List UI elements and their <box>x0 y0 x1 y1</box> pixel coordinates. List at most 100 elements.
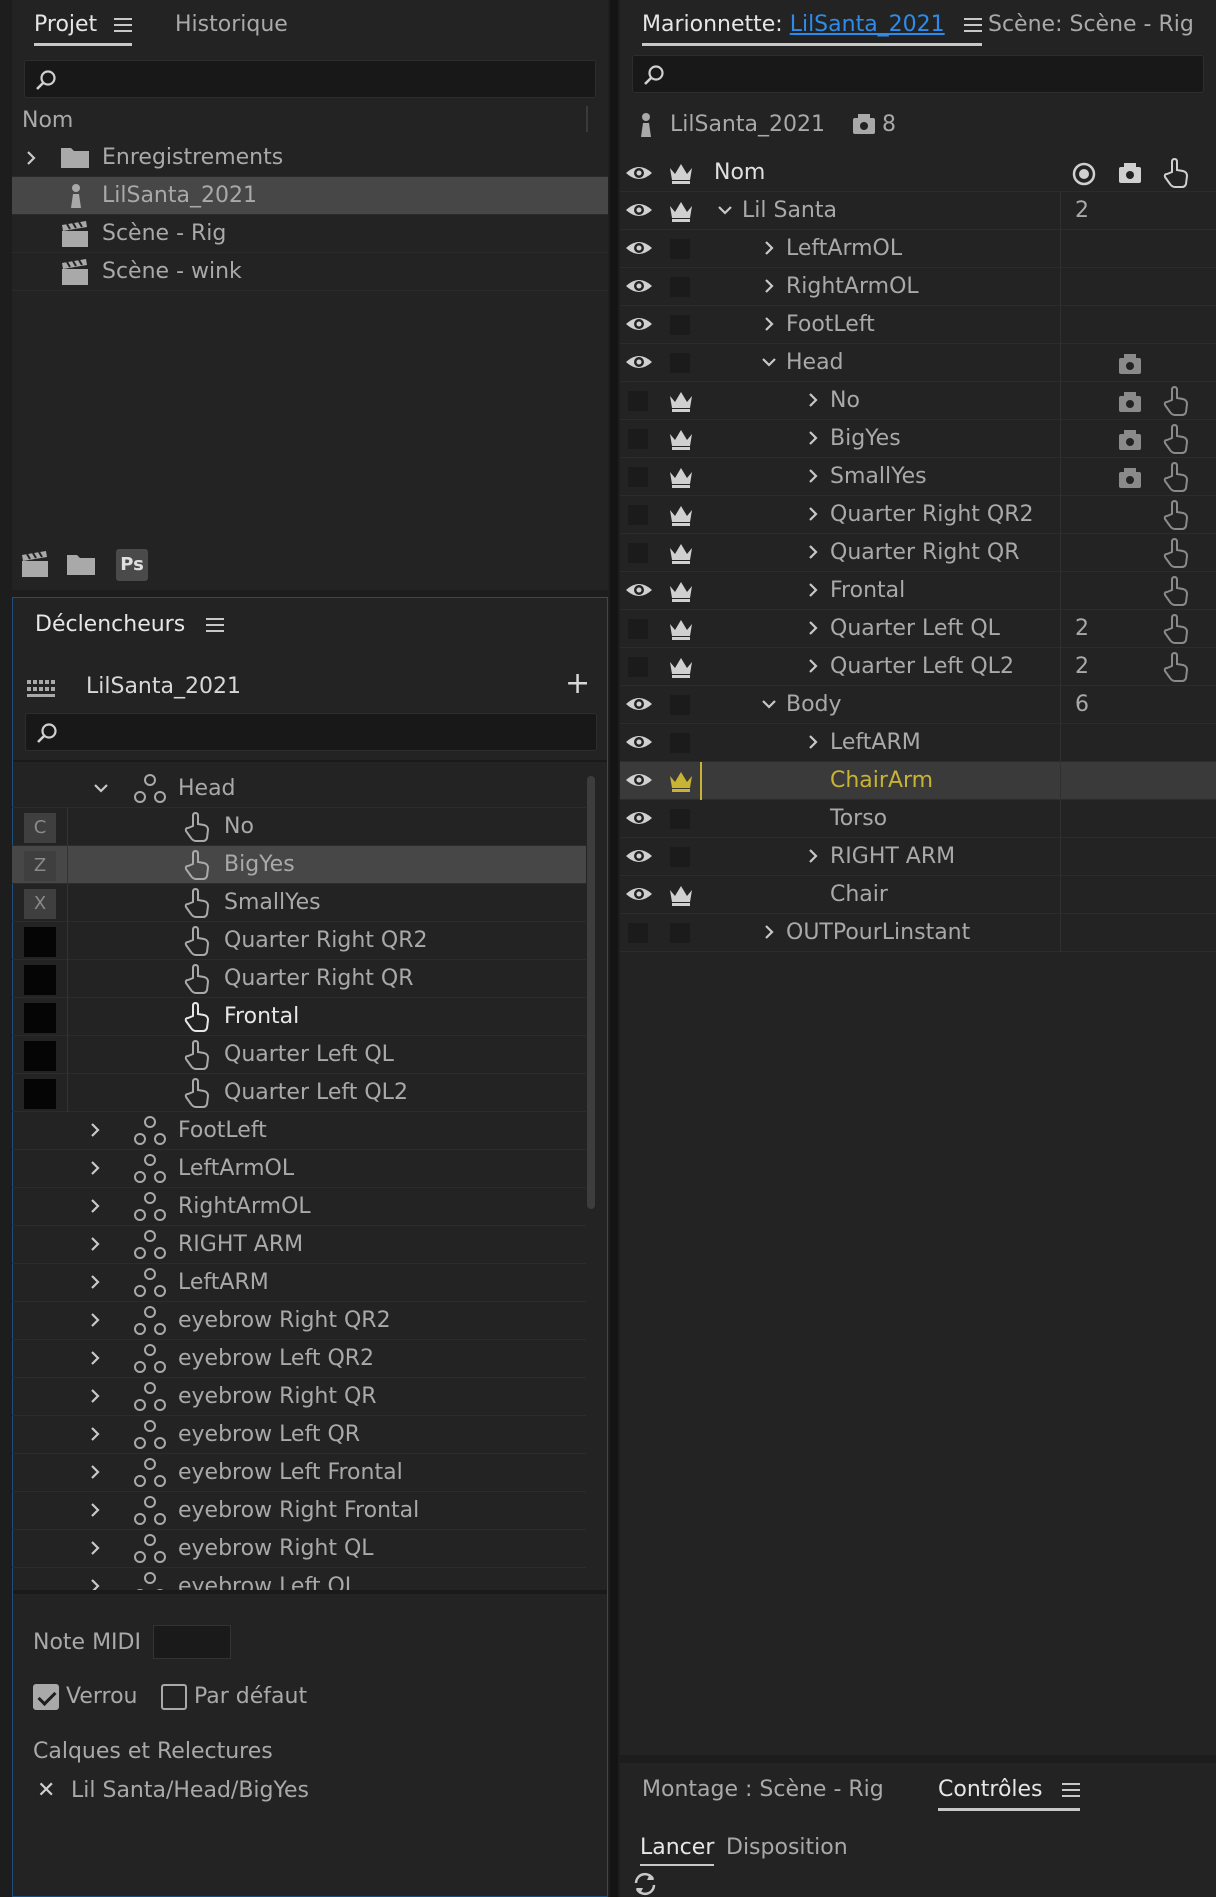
visibility-toggle[interactable] <box>628 505 648 525</box>
rig-row[interactable]: FootLeft <box>620 306 1216 344</box>
chevron-right-icon[interactable] <box>86 1349 104 1367</box>
trigger-key[interactable] <box>24 1003 56 1033</box>
trigger-group-row[interactable]: eyebrow Right QL <box>12 1530 586 1568</box>
column-header-nom[interactable]: Nom <box>22 108 73 133</box>
chevron-down-icon[interactable] <box>760 353 778 371</box>
project-item[interactable]: Enregistrements <box>12 139 608 177</box>
visibility-eye-icon[interactable] <box>625 275 653 297</box>
rig-row[interactable]: LeftARM <box>620 724 1216 762</box>
chevron-right-icon[interactable] <box>804 581 822 599</box>
chevron-right-icon[interactable] <box>86 1577 104 1590</box>
visibility-toggle[interactable] <box>628 543 648 563</box>
rig-row[interactable]: RIGHT ARM <box>620 838 1216 876</box>
rig-row[interactable]: Quarter Left QL 2 <box>620 610 1216 648</box>
crown-icon[interactable] <box>668 390 694 412</box>
rig-row[interactable]: No <box>620 382 1216 420</box>
chevron-right-icon[interactable] <box>760 923 778 941</box>
midi-note-field[interactable] <box>153 1625 231 1659</box>
trigger-row[interactable]: Quarter Left QL2 <box>12 1074 586 1112</box>
puppet-search-input[interactable] <box>632 55 1204 93</box>
crown-icon[interactable] <box>668 580 694 602</box>
rig-row[interactable]: LeftArmOL <box>620 230 1216 268</box>
chevron-right-icon[interactable] <box>760 277 778 295</box>
crown-toggle[interactable] <box>670 733 690 753</box>
chevron-right-icon[interactable] <box>22 149 40 167</box>
rig-row[interactable]: Quarter Right QR2 <box>620 496 1216 534</box>
triggers-search-input[interactable] <box>25 713 597 751</box>
crown-toggle[interactable] <box>670 923 690 943</box>
tab-controles[interactable]: Contrôles <box>938 1777 1080 1811</box>
trigger-group-row[interactable]: FootLeft <box>12 1112 586 1150</box>
visibility-eye-icon[interactable] <box>625 237 653 259</box>
rig-row[interactable]: Torso <box>620 800 1216 838</box>
chevron-down-icon[interactable] <box>716 201 734 219</box>
chevron-right-icon[interactable] <box>86 1197 104 1215</box>
trigger-key[interactable] <box>24 965 56 995</box>
crown-icon[interactable] <box>668 200 694 222</box>
tab-scene[interactable]: Scène: Scène - Rig <box>988 12 1194 37</box>
trigger-row[interactable]: Quarter Right QR <box>12 960 586 998</box>
rig-row[interactable]: Body 6 <box>620 686 1216 724</box>
tab-marionnette[interactable]: Marionnette: LilSanta_2021 <box>642 12 982 46</box>
rig-row[interactable]: ChairArm <box>620 762 1216 800</box>
chevron-right-icon[interactable] <box>86 1273 104 1291</box>
chevron-right-icon[interactable] <box>86 1311 104 1329</box>
visibility-toggle[interactable] <box>628 619 648 639</box>
trigger-row[interactable]: Z BigYes <box>12 846 586 884</box>
rig-row[interactable]: Quarter Left QL2 2 <box>620 648 1216 686</box>
panel-menu-icon[interactable] <box>114 18 133 32</box>
rig-row[interactable]: Chair <box>620 876 1216 914</box>
panel-splitter[interactable] <box>610 0 618 1897</box>
crown-icon[interactable] <box>668 618 694 640</box>
crown-icon[interactable] <box>668 656 694 678</box>
chevron-right-icon[interactable] <box>86 1121 104 1139</box>
trigger-key[interactable]: X <box>24 889 56 919</box>
rig-row[interactable]: SmallYes <box>620 458 1216 496</box>
visibility-eye-icon[interactable] <box>625 883 653 905</box>
trigger-key[interactable] <box>24 1079 56 1109</box>
trigger-row[interactable]: Quarter Left QL <box>12 1036 586 1074</box>
crown-icon[interactable] <box>668 542 694 564</box>
remove-layer-icon[interactable]: ✕ <box>37 1778 55 1803</box>
chevron-right-icon[interactable] <box>804 543 822 561</box>
trigger-group-row[interactable]: eyebrow Right QR <box>12 1378 586 1416</box>
crown-toggle[interactable] <box>670 315 690 335</box>
crown-toggle[interactable] <box>670 353 690 373</box>
visibility-eye-icon[interactable] <box>625 807 653 829</box>
rig-row[interactable]: Quarter Right QR <box>620 534 1216 572</box>
trigger-row[interactable]: Quarter Right QR2 <box>12 922 586 960</box>
trigger-key[interactable]: Z <box>24 851 56 881</box>
crown-toggle[interactable] <box>670 809 690 829</box>
project-search-input[interactable] <box>24 60 596 98</box>
trigger-key[interactable] <box>24 927 56 957</box>
tab-projet[interactable]: Projet <box>34 12 133 46</box>
chevron-right-icon[interactable] <box>86 1159 104 1177</box>
chevron-right-icon[interactable] <box>86 1387 104 1405</box>
crown-icon[interactable] <box>668 884 694 906</box>
crown-toggle[interactable] <box>670 239 690 259</box>
chevron-right-icon[interactable] <box>804 657 822 675</box>
trigger-group-row[interactable]: LeftARM <box>12 1264 586 1302</box>
trigger-group-row[interactable]: eyebrow Left QR <box>12 1416 586 1454</box>
visibility-eye-icon[interactable] <box>625 199 653 221</box>
visibility-toggle[interactable] <box>628 429 648 449</box>
trigger-key[interactable]: C <box>24 813 56 843</box>
crown-icon[interactable] <box>668 770 694 792</box>
chevron-right-icon[interactable] <box>86 1463 104 1481</box>
crown-toggle[interactable] <box>670 847 690 867</box>
visibility-toggle[interactable] <box>628 391 648 411</box>
rig-row[interactable]: Lil Santa 2 <box>620 192 1216 230</box>
chevron-right-icon[interactable] <box>804 391 822 409</box>
chevron-right-icon[interactable] <box>804 505 822 523</box>
tab-montage[interactable]: Montage : Scène - Rig <box>642 1777 884 1802</box>
trigger-group-row[interactable]: RIGHT ARM <box>12 1226 586 1264</box>
trigger-group-row[interactable]: eyebrow Left QL <box>12 1568 586 1590</box>
panel-menu-icon[interactable] <box>1061 1783 1080 1797</box>
trigger-group-row[interactable]: eyebrow Left QR2 <box>12 1340 586 1378</box>
crown-icon[interactable] <box>668 428 694 450</box>
trigger-row[interactable]: Frontal <box>12 998 586 1036</box>
chevron-right-icon[interactable] <box>86 1539 104 1557</box>
tab-historique[interactable]: Historique <box>175 12 288 37</box>
chevron-right-icon[interactable] <box>86 1501 104 1519</box>
chevron-right-icon[interactable] <box>804 429 822 447</box>
